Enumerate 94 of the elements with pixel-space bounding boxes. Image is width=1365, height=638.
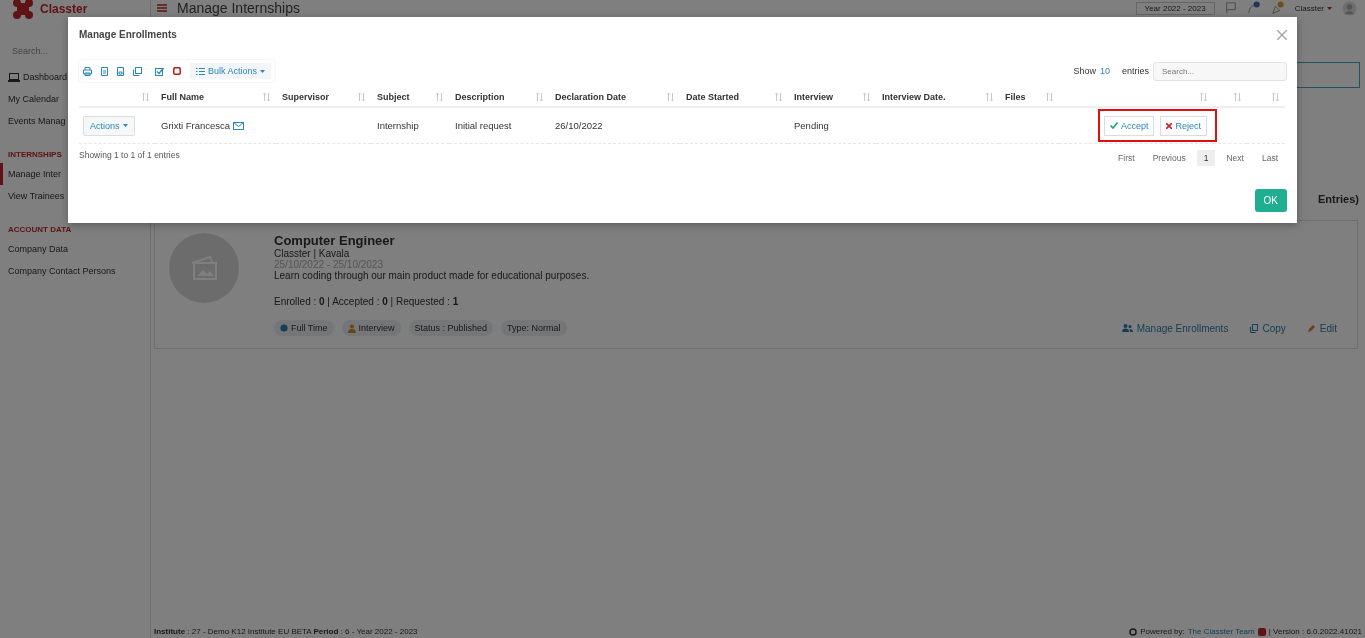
column-header[interactable]: Supervisor: [282, 91, 330, 102]
pagination-button[interactable]: Previous: [1145, 150, 1193, 166]
sidebar-item[interactable]: Dashboard: [0, 66, 150, 88]
table-cell: Internship: [377, 120, 419, 131]
user-menu[interactable]: Classter: [1294, 3, 1332, 13]
card-title: Computer Engineer: [274, 233, 396, 248]
search-field[interactable]: Search...: [1153, 61, 1287, 81]
bulk-actions-button[interactable]: Bulk Actions: [190, 63, 272, 79]
menu-icon[interactable]: [157, 4, 167, 12]
column-header[interactable]: Files: [1005, 91, 1026, 102]
page-size-select[interactable]: 10: [1099, 66, 1110, 76]
actions-button[interactable]: Actions: [83, 115, 135, 136]
tag: Full Time: [274, 320, 334, 336]
pagination-button[interactable]: 1: [1196, 150, 1216, 166]
caret-icon: [260, 69, 266, 73]
page-title: Manage Internships: [177, 0, 300, 16]
pagination-button[interactable]: Last: [1254, 150, 1285, 166]
file-icon[interactable]: [101, 66, 108, 76]
section-heading: INTERNSHIPS: [8, 150, 62, 159]
check-square-icon[interactable]: [155, 66, 164, 76]
column-header[interactable]: Description: [455, 91, 505, 102]
column-header[interactable]: Interview: [794, 91, 833, 102]
tag: Type: Normal: [501, 320, 567, 336]
column-header[interactable]: Declaration Date: [555, 91, 627, 102]
sort-icon[interactable]: [358, 92, 365, 101]
pagination-button[interactable]: Next: [1219, 150, 1251, 166]
check-icon: [1109, 122, 1118, 129]
copy-icon: [1250, 323, 1259, 333]
list-icon: [196, 67, 205, 75]
table-cell: Initial request: [455, 120, 512, 131]
globe-icon: [280, 324, 288, 332]
sort-icon[interactable]: [863, 92, 870, 101]
entries-count: Entries): [1318, 193, 1359, 205]
reject-button[interactable]: Reject: [1160, 115, 1207, 136]
institute-info: Institute : 27 - Demo K12 Institute EU BETA Period : 6 - Year 2022 - 2023: [154, 627, 418, 636]
ok-button[interactable]: OK: [1254, 189, 1287, 212]
table-cell: 26/10/2022: [555, 120, 603, 131]
sort-icon[interactable]: [436, 92, 443, 101]
flag-icon[interactable]: [1224, 2, 1237, 14]
powered-by: Powered by:: [1140, 627, 1185, 636]
table-cell: Grixti Francesca: [161, 120, 231, 131]
users-icon: [1121, 324, 1133, 332]
dialog-title: Manage Enrollments: [79, 29, 177, 40]
copy-icon[interactable]: [133, 66, 142, 76]
square-icon[interactable]: [173, 67, 181, 75]
x-icon: [1166, 122, 1173, 129]
file-icon[interactable]: [117, 66, 124, 76]
sort-icon[interactable]: [1234, 92, 1241, 101]
version: | Version : 6.0.2022.41021: [1268, 627, 1362, 636]
person-icon: [347, 323, 356, 333]
sort-icon[interactable]: [775, 92, 782, 101]
section-heading: ACCOUNT DATA: [8, 225, 72, 234]
column-header[interactable]: Interview Date.: [882, 91, 946, 102]
description: Learn coding through our main product made for educational purposes.: [274, 270, 591, 281]
year-select[interactable]: Year 2022 - 2023: [1135, 1, 1215, 15]
power-icon: [1129, 627, 1138, 636]
action-link[interactable]: Copy: [1250, 322, 1286, 334]
sort-icon[interactable]: [1046, 92, 1053, 101]
sort-icon[interactable]: [1272, 92, 1279, 101]
action-link[interactable]: Edit: [1307, 322, 1337, 334]
tag: Interview: [341, 320, 401, 336]
accept-button[interactable]: Accept: [1103, 115, 1155, 136]
show-label: Show: [1073, 66, 1096, 76]
entries-label: entries: [1122, 66, 1149, 76]
sidebar-item[interactable]: Company Data: [0, 238, 150, 260]
company-location: Classter | Kavala: [274, 248, 350, 259]
sort-icon[interactable]: [142, 92, 149, 101]
sort-icon[interactable]: [263, 92, 270, 101]
logo-icon: [12, 0, 34, 20]
sort-icon[interactable]: [667, 92, 674, 101]
action-link[interactable]: Manage Enrollments: [1121, 322, 1229, 334]
table-info: Showing 1 to 1 of 1 entries: [79, 150, 180, 160]
tag: Status : Published: [408, 320, 494, 336]
sort-icon[interactable]: [986, 92, 993, 101]
column-header[interactable]: Date Started: [686, 91, 739, 102]
laptop-icon: [8, 72, 20, 82]
avatar-icon[interactable]: [1342, 0, 1357, 16]
enrollment-stats: Enrolled : 0 | Accepted : 0 | Requested : 1: [274, 296, 460, 307]
pencil-icon: [1307, 324, 1316, 332]
team-link[interactable]: The Classter Team: [1187, 627, 1255, 636]
logo-icon: [1257, 627, 1266, 636]
column-header[interactable]: Full Name: [161, 91, 204, 102]
pagination-button[interactable]: First: [1111, 150, 1142, 166]
sort-icon[interactable]: [1200, 92, 1207, 101]
print-icon[interactable]: [83, 66, 92, 76]
caret-icon: [1327, 6, 1332, 10]
table-cell: Pending: [794, 120, 829, 131]
mail-icon[interactable]: [233, 121, 245, 130]
logo-text: Classter: [40, 1, 88, 16]
close-icon[interactable]: [1277, 29, 1287, 40]
column-header[interactable]: Subject: [377, 91, 410, 102]
caret-icon: [122, 124, 128, 127]
sidebar-item[interactable]: Company Contact Persons: [0, 260, 150, 282]
sort-icon[interactable]: [536, 92, 543, 101]
